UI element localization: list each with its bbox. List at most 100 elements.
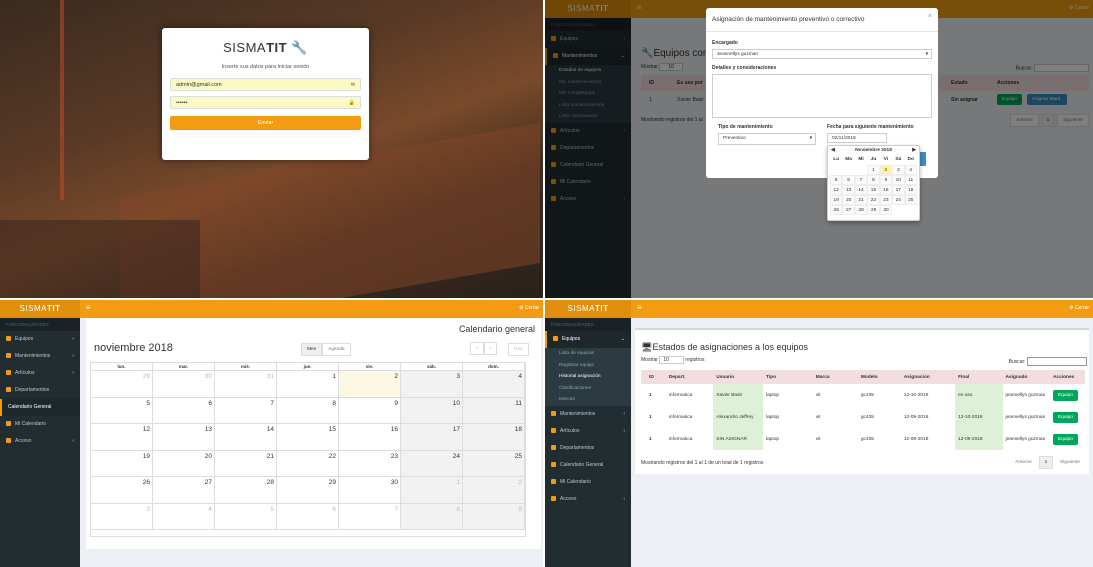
calendar-day[interactable]: 13 [153,424,215,450]
datepicker-day[interactable]: 15 [867,185,880,195]
calendar-day[interactable]: 16 [339,424,401,450]
table-header-cell[interactable]: Marca [813,370,858,384]
datepicker-day[interactable]: 6 [842,175,855,185]
calendar-day[interactable]: 27 [153,477,215,503]
datepicker-day[interactable]: 24 [892,195,905,205]
datepicker-day[interactable]: 12 [830,185,843,195]
calendar-day[interactable]: 2 [463,477,525,503]
table-header-cell[interactable]: Usuario [713,370,763,384]
calendar-day[interactable]: 25 [463,450,525,476]
show-select[interactable]: 10 [659,356,684,364]
view-agenda-button[interactable]: Agenda [322,343,351,356]
calendar-day[interactable]: 24 [401,450,463,476]
calendar-day[interactable]: 8 [277,397,339,423]
calendar-day[interactable]: 6 [277,503,339,529]
sidebar-item-acceso[interactable]: Acceso ‹ [0,433,80,450]
table-header-cell[interactable]: ID [641,370,666,384]
datepicker-day[interactable]: 16 [879,185,893,195]
calendar-day[interactable]: 18 [463,424,525,450]
datepicker-day[interactable]: 7 [854,175,868,185]
sidebar-sub-lista[interactable]: Lista de equipos [545,348,631,360]
datepicker-day[interactable]: 25 [904,195,917,205]
datepicker-day[interactable]: 27 [842,205,855,215]
calendar-day[interactable]: 2 [339,371,401,397]
sidebar-item-acceso[interactable]: Acceso ‹ [545,491,631,508]
calendar-day[interactable]: 26 [91,477,153,503]
logout-link[interactable]: ⚙ Cerrar [1069,305,1089,311]
datepicker-day[interactable]: 11 [904,175,917,185]
calendar-day[interactable]: 9 [463,503,525,529]
sidebar-item-calendario[interactable]: Calendario General [0,399,80,416]
datepicker-day[interactable]: 10 [892,175,905,185]
calendar-day[interactable]: 11 [463,397,525,423]
calendar-day[interactable]: 29 [91,371,153,397]
datepicker-day[interactable]: 8 [867,175,880,185]
calendar-day[interactable]: 7 [215,397,277,423]
calendar-day[interactable]: 4 [153,503,215,529]
datepicker-day[interactable]: 13 [842,185,855,195]
sidebar-sub-marcas[interactable]: Marcas [545,394,631,406]
tipo-select[interactable]: Preventivo ▾ [718,133,816,145]
sidebar-sub-clasificaciones[interactable]: Clasificaciones [545,382,631,394]
fecha-input[interactable]: 02/11/2018 [827,133,887,143]
datepicker-day[interactable]: 14 [854,185,868,195]
calendar-day[interactable]: 12 [91,424,153,450]
calendar-day[interactable]: 15 [277,424,339,450]
detalles-textarea[interactable] [712,74,932,118]
calendar-day[interactable]: 7 [339,503,401,529]
calendar-day[interactable]: 22 [277,450,339,476]
datepicker-day[interactable]: 18 [904,185,917,195]
table-header-cell[interactable]: Asignado [1003,370,1050,384]
view-month-button[interactable]: Mes [301,343,323,356]
prev-month-icon[interactable]: ‹ [470,342,484,355]
datepicker-day[interactable]: 30 [879,205,893,215]
sidebar-sub-historial[interactable]: Historial asignación [545,371,631,383]
sidebar-item-equipos[interactable]: Equipos ‹ [0,331,80,348]
sidebar-item-articulos[interactable]: Artículos ‹ [545,423,631,440]
calendar-day[interactable]: 19 [91,450,153,476]
logout-link[interactable]: ⚙ Cerrar [519,305,539,311]
prev-month-icon[interactable]: ◀ [831,148,835,153]
sidebar-sub-registrar[interactable]: Registrar equipo [545,359,631,371]
calendar-day[interactable]: 30 [153,371,215,397]
table-header-cell[interactable]: Final [955,370,1002,384]
calendar-day[interactable]: 10 [401,397,463,423]
calendar-day[interactable]: 14 [215,424,277,450]
calendar-day[interactable]: 17 [401,424,463,450]
email-field[interactable]: admin@gmail.com ✉ [170,78,361,91]
calendar-day[interactable]: 28 [215,477,277,503]
calendar-day[interactable]: 30 [339,477,401,503]
datepicker-day[interactable]: 3 [892,165,905,175]
datepicker-day[interactable]: 22 [867,195,880,205]
password-field[interactable]: •••••• 🔒 [170,96,361,109]
datepicker-day[interactable]: 21 [854,195,868,205]
calendar-day[interactable]: 3 [401,371,463,397]
equipo-button[interactable]: Equipo [1052,389,1078,401]
search-input[interactable] [1027,357,1087,366]
calendar-day[interactable]: 29 [277,477,339,503]
page-1[interactable]: 1 [1038,456,1054,469]
datepicker-day[interactable]: 2 [879,165,893,175]
table-header-cell[interactable]: Depart. [666,370,713,384]
sidebar-item-departamentos[interactable]: Departamentos [0,382,80,399]
equipo-button[interactable]: Equipo [1052,433,1078,445]
next-month-icon[interactable]: ▶ [912,148,916,153]
datepicker-day[interactable]: 19 [830,195,843,205]
sidebar-item-mantenimientos[interactable]: Mantenimientos ‹ [0,348,80,365]
datepicker-day[interactable]: 17 [892,185,905,195]
datepicker-day[interactable]: 1 [867,165,880,175]
sidebar-item-mantenimientos[interactable]: Mantenimientos ‹ [545,406,631,423]
sidebar-item-equipos[interactable]: Equipos ⌄ [545,331,631,348]
sidebar-item-mi-calendario[interactable]: Mi Calendario [0,416,80,433]
datepicker-day[interactable]: 23 [879,195,893,205]
calendar-day[interactable]: 8 [401,503,463,529]
menu-toggle-icon[interactable]: ≡ [637,303,642,312]
calendar-day[interactable]: 31 [215,371,277,397]
sidebar-item-departamentos[interactable]: Departamentos [545,440,631,457]
datepicker-day[interactable]: 28 [854,205,868,215]
datepicker-day[interactable]: 5 [830,175,843,185]
calendar-day[interactable]: 23 [339,450,401,476]
next-month-icon[interactable]: › [483,342,498,355]
menu-toggle-icon[interactable]: ≡ [86,303,91,312]
sidebar-item-mi-calendario[interactable]: Mi Calendario [545,474,631,491]
